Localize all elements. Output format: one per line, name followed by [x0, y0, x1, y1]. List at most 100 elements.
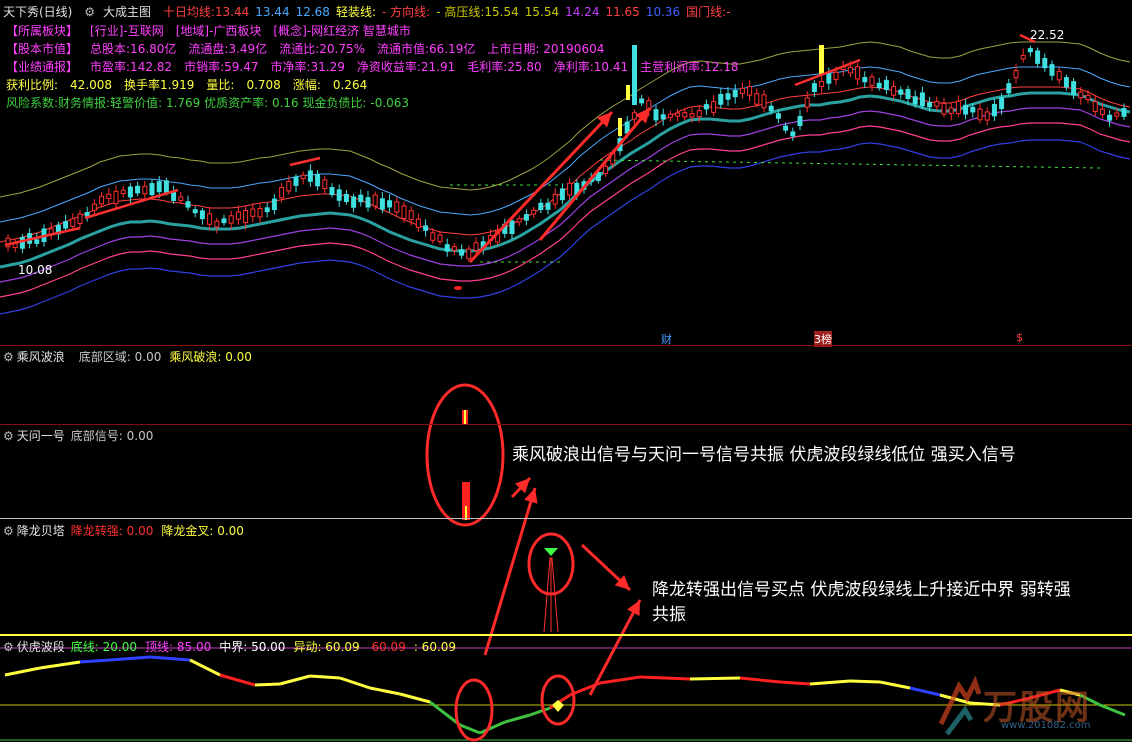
panel-title-xianglong[interactable]: ⚙ 降龙贝塔 降龙转强: 0.00 降龙金叉: 0.00: [3, 522, 252, 539]
candle-body: [142, 185, 148, 195]
candle-body: [963, 104, 969, 115]
indicator-value: 轻装线:: [335, 5, 376, 19]
candle-body: [696, 110, 702, 118]
oscillator-segment: [479, 720, 506, 735]
annotation-text-3: 共振: [652, 605, 686, 625]
candle-body: [639, 98, 645, 104]
app-title[interactable]: 天下秀(日线): [3, 5, 72, 19]
candle-body: [999, 97, 1005, 110]
panel-value: 异动: 60.09: [293, 640, 360, 654]
indicator-value: 10.36: [645, 5, 681, 19]
candle-body: [379, 198, 385, 210]
candle-body: [99, 195, 105, 205]
chart-canvas[interactable]: [0, 0, 1132, 742]
high-price-label: 22.52: [1030, 28, 1065, 42]
info-row-profit: 获利比例: 42.008 换手率1.919 量比: 0.708 涨幅: 0.264: [6, 76, 379, 93]
candle-body: [783, 125, 789, 131]
trend-line: [289, 156, 321, 167]
candle-body: [567, 182, 573, 196]
candle-body: [171, 191, 177, 201]
info-item: 市净率:31.29: [270, 60, 345, 74]
candle-body: [286, 180, 292, 192]
info-row-performance: 【业绩通报】 市盈率:142.82 市销率:59.47 市净率:31.29 净资收益率:…: [6, 58, 751, 75]
event-mark-dollar[interactable]: $: [1016, 331, 1023, 344]
settings-icon[interactable]: ⚙: [84, 5, 95, 19]
oscillator-segment: [279, 674, 311, 686]
panel-separator[interactable]: [0, 345, 1132, 346]
candle-body: [243, 210, 249, 224]
panel-value: 底线: 20.00: [70, 640, 137, 654]
candle-body: [948, 107, 954, 115]
candle-body: [682, 112, 688, 118]
candle-body: [300, 174, 306, 180]
panel-value: 乘风破浪: 0.00: [169, 350, 252, 364]
candle-body: [660, 114, 666, 120]
panel-value: 降龙转强: 0.00: [70, 524, 154, 538]
settings-icon[interactable]: ⚙: [3, 640, 14, 654]
candle-body: [250, 208, 256, 217]
indicator-value: 11.65: [605, 5, 640, 19]
info-item: 市销率:59.47: [184, 60, 259, 74]
candle-body: [459, 249, 465, 256]
candle-body: [315, 173, 321, 187]
info-item: 流通盘:3.49亿: [188, 42, 268, 56]
candle-body: [869, 76, 875, 86]
oscillator-segment: [189, 658, 221, 677]
info-item: 总股本:16.80亿: [90, 42, 177, 56]
candle-body: [626, 85, 630, 100]
signal-bar: [464, 410, 466, 424]
panel-title-fuhu[interactable]: ⚙ 伏虎波段 底线: 20.00 顶线: 85.00 中界: 50.00 异动: 60.0…: [3, 638, 464, 655]
info-item: 净资收益率:21.91: [356, 60, 456, 74]
indicator-value: 15.54: [524, 5, 560, 19]
settings-icon[interactable]: ⚙: [3, 429, 14, 443]
candle-body: [516, 218, 522, 223]
candle-body: [819, 45, 824, 75]
candle-body: [912, 96, 918, 105]
candle-body: [1063, 77, 1069, 88]
candle-body: [451, 246, 457, 251]
oscillator-segment: [79, 658, 111, 664]
candle-body: [919, 92, 925, 107]
indicator-value: 12.68: [295, 5, 330, 19]
info-item: [地域]-广西板块: [175, 24, 262, 38]
candle-body: [365, 197, 371, 208]
candle-body: [228, 215, 234, 224]
candle-body: [545, 202, 551, 210]
info-item: 0.708: [246, 78, 281, 92]
candle-body: [631, 112, 637, 120]
candle-body: [891, 86, 897, 96]
panel-title-chengfeng[interactable]: ⚙ 乘风波浪 底部区域: 0.00 乘风破浪: 0.00: [3, 348, 260, 365]
candle-body: [207, 213, 213, 225]
candle-body: [120, 189, 126, 194]
candle-body: [509, 220, 515, 234]
candle-body: [408, 210, 414, 220]
oscillator-segment: [4, 666, 41, 677]
panel-separator[interactable]: [0, 634, 1132, 636]
candle-body: [559, 188, 565, 201]
candle-body: [754, 93, 760, 105]
annotation-text-1: 乘风破浪出信号与天问一号信号共振 伏虎波段绿线低位 强买入信号: [512, 445, 1016, 465]
candle-body: [156, 181, 162, 193]
candle-body: [523, 214, 529, 221]
candle-body: [19, 236, 25, 249]
panel-separator[interactable]: [0, 518, 1132, 519]
settings-icon[interactable]: ⚙: [3, 524, 14, 538]
candle-body: [257, 208, 263, 218]
info-item: 换手率1.919: [124, 78, 195, 92]
candle-body: [711, 101, 717, 113]
candle-body: [336, 189, 342, 201]
candle-body: [1085, 94, 1091, 101]
oscillator-segment: [529, 706, 551, 717]
panel-title-tianwen[interactable]: ⚙ 天问一号 底部信号: 0.00: [3, 427, 161, 444]
oscillator-segment: [504, 713, 531, 724]
candle-body: [618, 118, 622, 136]
candle-body: [271, 198, 277, 211]
candle-body: [214, 220, 220, 228]
settings-icon[interactable]: ⚙: [3, 350, 14, 364]
indicator-values: 十日均线:13.44 13.44 12.68 轻装线: - 方向线: - 高压线:15.5…: [163, 5, 737, 19]
panel-separator[interactable]: [0, 424, 1132, 425]
candle-body: [689, 113, 695, 118]
candle-body: [63, 221, 69, 229]
info-row-capital: 【股本市值】 总股本:16.80亿 流通盘:3.49亿 流通比:20.75% 流通市值:…: [6, 40, 616, 57]
info-item: [行业]-互联网: [90, 24, 164, 38]
